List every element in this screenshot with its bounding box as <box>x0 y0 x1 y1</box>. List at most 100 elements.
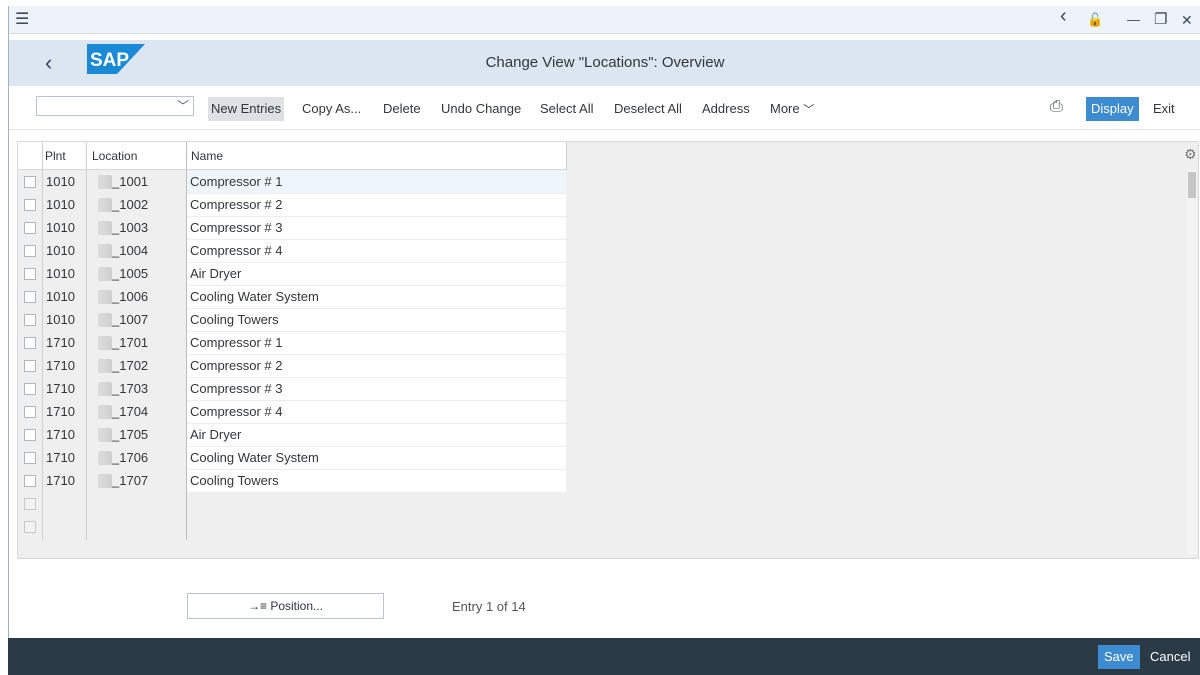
cell-name-input[interactable]: Compressor # 4 <box>187 240 566 263</box>
cell-name-input[interactable]: Cooling Towers <box>187 470 566 493</box>
minimize-icon[interactable]: — <box>1127 10 1140 30</box>
scrollbar-thumb[interactable] <box>1188 172 1196 198</box>
delete-button[interactable]: Delete <box>380 97 424 121</box>
cell-location: _1704 <box>112 404 149 419</box>
redacted-location-prefix <box>98 221 112 235</box>
row-select-checkbox[interactable] <box>24 176 36 188</box>
redacted-location-prefix <box>98 382 112 396</box>
table-row[interactable]: 1710 _1702 Compressor # 2 <box>18 355 566 378</box>
table-row[interactable]: 1010 _1001 Compressor # 1 <box>18 171 566 194</box>
row-select-checkbox[interactable] <box>24 475 36 487</box>
column-separator <box>566 142 567 170</box>
table-row[interactable]: 1010 _1007 Cooling Towers <box>18 309 566 332</box>
table-row[interactable]: 1710 _1707 Cooling Towers <box>18 470 566 493</box>
address-button[interactable]: Address <box>699 97 753 121</box>
table-row[interactable]: 1010 _1005 Air Dryer <box>18 263 566 286</box>
col-header-plnt[interactable]: Plnt <box>45 149 66 163</box>
cell-name-input[interactable]: Compressor # 4 <box>187 401 566 424</box>
deselect-all-button[interactable]: Deselect All <box>611 97 685 121</box>
row-select-checkbox[interactable] <box>24 337 36 349</box>
cell-plnt: 1710 <box>46 335 75 350</box>
more-button[interactable]: More ﹀ <box>767 97 817 121</box>
cell-name-input[interactable]: Air Dryer <box>187 263 566 286</box>
variant-dropdown[interactable]: ﹀ <box>36 96 194 116</box>
col-header-name[interactable]: Name <box>191 149 223 163</box>
cell-name-input[interactable]: Compressor # 2 <box>187 355 566 378</box>
close-icon[interactable]: ✕ <box>1181 10 1193 30</box>
row-select-checkbox[interactable] <box>24 314 36 326</box>
row-select-checkbox[interactable] <box>24 291 36 303</box>
cell-name-input[interactable]: Cooling Water System <box>187 447 566 470</box>
table-row[interactable]: 1710 _1701 Compressor # 1 <box>18 332 566 355</box>
chevron-down-icon: ﹀ <box>176 99 189 113</box>
row-select-checkbox[interactable] <box>24 521 36 533</box>
redacted-location-prefix <box>98 428 112 442</box>
cell-plnt: 1710 <box>46 427 75 442</box>
lock-icon[interactable]: 🔓 <box>1087 10 1103 30</box>
cell-plnt: 1010 <box>46 220 75 235</box>
display-button[interactable]: Display <box>1086 97 1139 121</box>
table-row[interactable]: 1710 _1706 Cooling Water System <box>18 447 566 470</box>
table-row[interactable]: 1010 _1006 Cooling Water System <box>18 286 566 309</box>
cell-name-input[interactable]: Cooling Towers <box>187 309 566 332</box>
new-entries-button[interactable]: New Entries <box>208 97 285 121</box>
cell-location: _1702 <box>112 358 149 373</box>
cell-plnt: 1010 <box>46 174 75 189</box>
copy-as-button[interactable]: Copy As... <box>299 97 364 121</box>
cell-name-input[interactable]: Compressor # 1 <box>187 171 566 194</box>
cell-name-input[interactable]: Compressor # 3 <box>187 378 566 401</box>
cancel-button[interactable]: Cancel <box>1150 645 1190 669</box>
table-header: Plnt Location Name <box>18 142 566 170</box>
row-select-checkbox[interactable] <box>24 268 36 280</box>
redacted-location-prefix <box>98 405 112 419</box>
cell-location: _1707 <box>112 473 149 488</box>
more-label: More <box>770 101 800 116</box>
table-settings-icon[interactable]: ⚙ <box>1184 146 1197 163</box>
empty-row <box>18 493 566 516</box>
row-select-checkbox[interactable] <box>24 383 36 395</box>
maximize-icon[interactable]: ❐ <box>1154 10 1167 30</box>
row-select-checkbox[interactable] <box>24 360 36 372</box>
cell-plnt: 1010 <box>46 266 75 281</box>
cell-plnt: 1710 <box>46 404 75 419</box>
row-select-checkbox[interactable] <box>24 452 36 464</box>
table-row[interactable]: 1010 _1002 Compressor # 2 <box>18 194 566 217</box>
footer-bar: Save Cancel <box>8 638 1200 675</box>
cell-name: Compressor # 1 <box>190 174 283 189</box>
table-row[interactable]: 1710 _1705 Air Dryer <box>18 424 566 447</box>
table-row[interactable]: 1710 _1704 Compressor # 4 <box>18 401 566 424</box>
cell-plnt: 1710 <box>46 450 75 465</box>
row-select-checkbox[interactable] <box>24 199 36 211</box>
cell-location: _1002 <box>112 197 149 212</box>
nav-back-icon[interactable]: ‹ <box>1060 6 1067 26</box>
table-row[interactable]: 1010 _1003 Compressor # 3 <box>18 217 566 240</box>
cell-location: _1703 <box>112 381 149 396</box>
print-icon[interactable]: ⎙ <box>1050 98 1063 116</box>
redacted-location-prefix <box>98 198 112 212</box>
cell-name: Compressor # 3 <box>190 220 283 235</box>
menu-icon[interactable]: ☰ <box>15 10 29 30</box>
row-select-checkbox[interactable] <box>24 245 36 257</box>
cell-name: Compressor # 1 <box>190 335 283 350</box>
save-button[interactable]: Save <box>1098 645 1140 669</box>
row-select-checkbox[interactable] <box>24 406 36 418</box>
exit-button[interactable]: Exit <box>1150 97 1178 121</box>
position-button[interactable]: →≡ Position... <box>187 593 384 619</box>
row-select-checkbox[interactable] <box>24 498 36 510</box>
table-row[interactable]: 1710 _1703 Compressor # 3 <box>18 378 566 401</box>
cell-name-input[interactable]: Air Dryer <box>187 424 566 447</box>
redacted-location-prefix <box>98 474 112 488</box>
row-select-checkbox[interactable] <box>24 429 36 441</box>
cell-name-input[interactable]: Compressor # 1 <box>187 332 566 355</box>
cell-name: Cooling Water System <box>190 289 319 304</box>
table-row[interactable]: 1010 _1004 Compressor # 4 <box>18 240 566 263</box>
cell-name-input[interactable]: Compressor # 2 <box>187 194 566 217</box>
col-header-location[interactable]: Location <box>92 149 137 163</box>
select-all-button[interactable]: Select All <box>537 97 596 121</box>
cell-name-input[interactable]: Compressor # 3 <box>187 217 566 240</box>
vertical-scrollbar[interactable] <box>1187 170 1197 554</box>
undo-change-button[interactable]: Undo Change <box>438 97 524 121</box>
cell-name-input[interactable]: Cooling Water System <box>187 286 566 309</box>
row-select-checkbox[interactable] <box>24 222 36 234</box>
window-bar: ☰ ‹ 🔓 — ❐ ✕ <box>9 6 1200 34</box>
